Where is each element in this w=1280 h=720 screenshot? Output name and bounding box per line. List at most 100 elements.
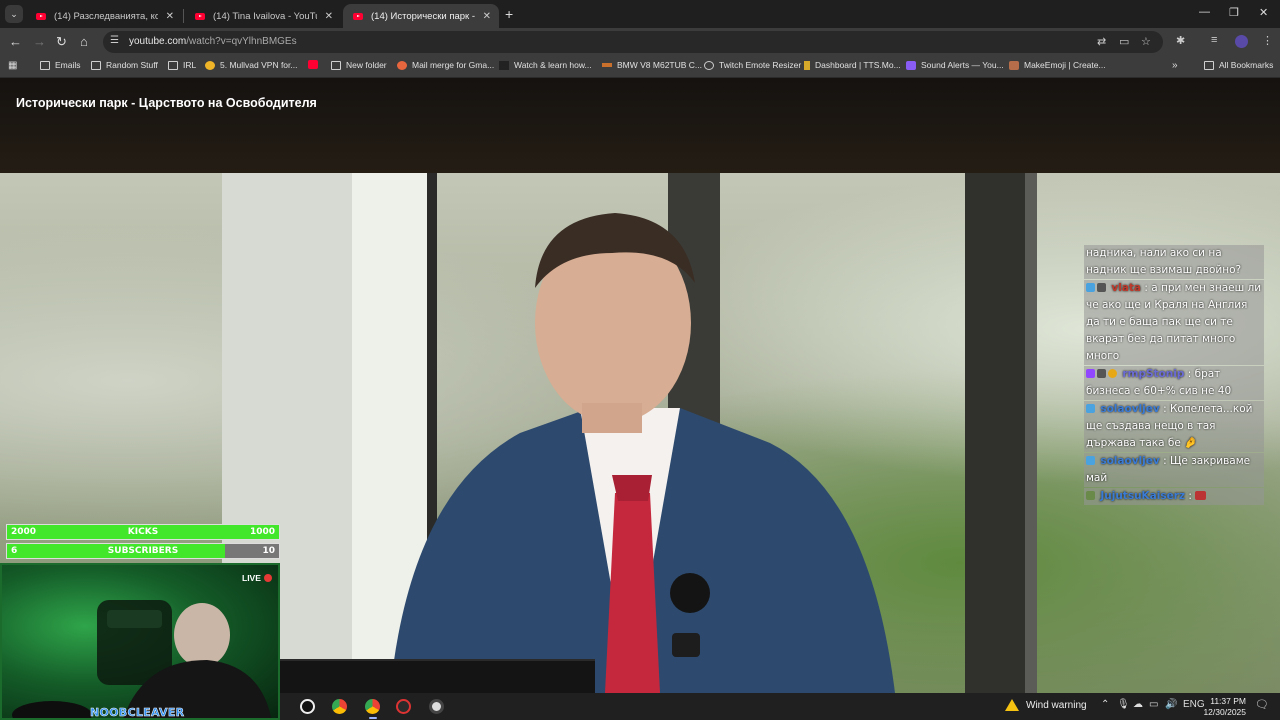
bookmark-tts-dashboard[interactable]: Dashboard | TTS.Mo... [804, 60, 901, 70]
bookmark-youtube[interactable] [308, 60, 323, 69]
weather-widget[interactable]: Wind warning [1005, 699, 1087, 711]
close-icon[interactable]: ✕ [483, 11, 491, 22]
bookmark-irl[interactable]: IRL [168, 60, 196, 70]
obs-icon[interactable] [300, 699, 315, 714]
webcam-overlay: LIVE NOOBCLEAVER [0, 563, 280, 720]
browser-toolbar: ← → ↻ ⌂ ☰ youtube.com/watch?v=qvYlhnBMGE… [0, 28, 1280, 56]
chat-message: solaovljev : Ще закриваме май [1084, 453, 1264, 487]
window-frame [965, 173, 1025, 693]
shield-icon [1086, 491, 1095, 500]
system-clock[interactable]: 11:37 PM 12/30/2025 [1200, 696, 1246, 718]
subscribers-goal-label: SUBSCRIBERS [107, 546, 179, 556]
chat-username: rmpStonip [1122, 368, 1185, 380]
kicks-goal-bar: 2000 KICKS 1000 [6, 524, 280, 540]
bookmark-mail-merge[interactable]: Mail merge for Gma... [397, 60, 494, 70]
window-close-icon[interactable]: ✕ [1259, 6, 1268, 19]
bookmark-mullvad[interactable]: 5. Mullvad VPN for... [205, 60, 297, 70]
tab-search-button[interactable]: ⌄ [5, 5, 23, 23]
new-tab-button[interactable]: + [505, 6, 513, 22]
cloud-icon[interactable]: ☁ [1133, 699, 1143, 710]
restore-icon[interactable]: ❐ [1229, 6, 1239, 19]
chrome-profile-icon[interactable] [332, 699, 347, 714]
browser-tab-3-active[interactable]: (14) Исторически парк - Царс... ✕ [343, 4, 499, 28]
bookmark-star-icon[interactable]: ☆ [1141, 35, 1151, 48]
bookmark-makeemoji[interactable]: MakeEmoji | Create... [1009, 60, 1106, 70]
media-controls-icon[interactable]: ≡ [1211, 34, 1217, 46]
chat-message: JujutsuKaiserz : [1084, 488, 1264, 505]
active-app-indicator [369, 717, 377, 719]
tab-title: (14) Разследванията, които бе... [54, 10, 158, 22]
browser-tab-2[interactable]: (14) Tina Ivailova - YouTube ✕ [185, 4, 341, 28]
bookmark-label: Watch & learn how... [514, 60, 592, 70]
car-icon [602, 63, 612, 67]
notifications-icon[interactable]: 🗨 [1255, 698, 1269, 711]
chat-message: rmpStonip : брат бизнеса е 60+% сив не 4… [1084, 366, 1264, 400]
bookmark-label: Mail merge for Gma... [412, 60, 495, 70]
windows-taskbar: Wind warning ⌃ 🎙 ☁ ▭ 🔊 ENG 11:37 PM 12/3… [280, 693, 1280, 720]
bookmark-bmw[interactable]: BMW V8 M62TUB C... [602, 60, 702, 70]
extensions-icon[interactable]: ✱ [1176, 34, 1185, 47]
badge-icon [1086, 404, 1095, 413]
sound-alerts-icon [906, 60, 916, 70]
all-bookmarks[interactable]: All Bookmarks [1204, 60, 1273, 70]
back-icon[interactable]: ← [9, 34, 22, 49]
folder-icon [331, 60, 341, 70]
webcam-scene [12, 600, 272, 718]
menu-icon[interactable]: ⋮ [1262, 34, 1273, 47]
close-icon[interactable]: ✕ [325, 11, 333, 22]
chevron-up-icon[interactable]: ⌃ [1101, 699, 1109, 710]
app-icon[interactable] [429, 699, 444, 714]
site-info-icon[interactable]: ☰ [110, 35, 119, 46]
dashboard-icon [804, 60, 810, 70]
forward-icon[interactable]: → [33, 34, 46, 49]
bookmark-label: Emails [55, 60, 81, 70]
shield-icon [1097, 369, 1106, 378]
bookmark-new-folder[interactable]: New folder [331, 60, 387, 70]
laptop [280, 659, 595, 693]
browser-tab-1[interactable]: (14) Разследванията, които бе... ✕ [26, 4, 182, 28]
apps-grid-icon[interactable]: ▦ [8, 60, 17, 71]
cast-icon[interactable]: ▭ [1119, 35, 1129, 48]
mullvad-icon [205, 60, 215, 70]
badge-icon [1086, 456, 1095, 465]
mail-merge-icon [397, 60, 407, 70]
speaker-figure [390, 213, 895, 693]
bookmark-random-stuff[interactable]: Random Stuff [91, 60, 158, 70]
chat-message: надника, нали ако си на надник ще взимаш… [1084, 245, 1264, 279]
bookmark-twitch-emote-resizer[interactable]: Twitch Emote Resizer [704, 60, 801, 70]
folder-icon [91, 60, 101, 70]
bookmark-watch-learn[interactable]: Watch & learn how... [499, 60, 592, 70]
home-icon[interactable]: ⌂ [80, 34, 88, 49]
reload-icon[interactable]: ↻ [56, 34, 67, 50]
emoji-icon: 🤌 [1184, 437, 1198, 449]
bookmarks-bar: ▦ Emails Random Stuff IRL 5. Mullvad VPN… [0, 56, 1280, 78]
bookmark-label: Random Stuff [106, 60, 158, 70]
chrome-icon[interactable] [365, 699, 380, 714]
microphone-icon[interactable]: 🎙 [1117, 699, 1130, 710]
network-icon[interactable]: ▭ [1149, 699, 1158, 710]
recorder-icon[interactable] [396, 699, 411, 714]
coin-icon [1108, 369, 1117, 378]
makeemoji-icon [1009, 60, 1019, 70]
minimize-icon[interactable]: — [1199, 6, 1210, 18]
profile-avatar[interactable] [1235, 35, 1248, 48]
bookmark-label: IRL [183, 60, 197, 70]
chat-text: : а при мен знаеш ли че ако ще и Краля н… [1086, 282, 1262, 362]
all-bookmarks-label: All Bookmarks [1219, 60, 1274, 70]
close-icon[interactable]: ✕ [166, 11, 174, 22]
chat-username: JujutsuKaiserz [1100, 490, 1186, 502]
tab-divider [183, 9, 184, 23]
address-url[interactable]: youtube.com/watch?v=qvYlhnBMGEs [129, 36, 297, 47]
folder-icon [40, 60, 50, 70]
translate-icon[interactable]: ⇄ [1097, 35, 1106, 48]
address-bar[interactable]: ☰ youtube.com/watch?v=qvYlhnBMGEs ⇄ ▭ ☆ [103, 31, 1163, 53]
folder-icon [168, 60, 178, 70]
bookmark-sound-alerts[interactable]: Sound Alerts — You... [906, 60, 1004, 70]
volume-icon[interactable]: 🔊 [1165, 699, 1177, 710]
bookmark-label: BMW V8 M62TUB C... [617, 60, 703, 70]
more-bookmarks-icon[interactable]: » [1172, 60, 1178, 71]
subscribers-goal-target: 10 [262, 546, 275, 556]
folder-icon [1204, 60, 1214, 70]
stream-chat-overlay: надника, нали ако си на надник ще взимаш… [1084, 245, 1264, 506]
bookmark-emails[interactable]: Emails [40, 60, 81, 70]
